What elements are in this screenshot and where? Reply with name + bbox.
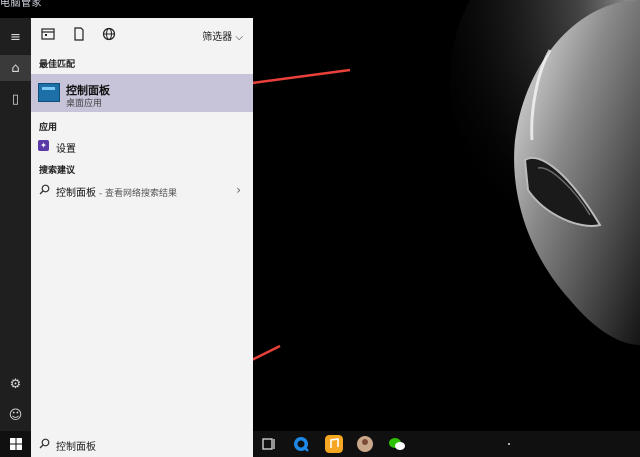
app-item-settings[interactable]: ✦ 设置 (31, 135, 253, 157)
search-results-panel: 筛选器 ⌵ 最佳匹配 控制面板 桌面应用 应用 ✦ 设置 搜索建议 控制面板 -… (31, 18, 253, 431)
taskbar: 控制面板 (0, 431, 640, 457)
settings-icon: ✦ (38, 140, 49, 151)
chevron-right-icon[interactable]: › (236, 183, 241, 197)
web-filter-icon[interactable] (102, 27, 116, 41)
control-panel-icon (38, 83, 60, 102)
search-toolbar: 筛选器 ⌵ (31, 18, 253, 51)
start-rail: ≡ ⌂ ▯ ⚙ ☺ (0, 18, 31, 431)
avatar-app-icon[interactable] (356, 435, 374, 453)
feedback-icon[interactable]: ☺ (0, 402, 31, 428)
notebook-icon[interactable]: ▯ (0, 86, 31, 112)
best-match-item[interactable]: 控制面板 桌面应用 (31, 74, 253, 112)
tray-indicator (508, 443, 510, 445)
suggest-item[interactable]: 控制面板 - 查看网络搜索结果 › (31, 179, 253, 201)
chevron-down-icon: ⌵ (235, 32, 243, 43)
qq-music-icon[interactable] (325, 435, 343, 453)
wechat-icon[interactable] (388, 435, 406, 453)
home-icon[interactable]: ⌂ (0, 55, 31, 81)
browser-icon[interactable] (292, 435, 310, 453)
filter-dropdown[interactable]: 筛选器 ⌵ (202, 28, 243, 43)
filter-label: 筛选器 (202, 32, 233, 43)
search-input[interactable]: 控制面板 (56, 438, 96, 453)
windows-logo-icon (9, 438, 22, 450)
apps-filter-icon[interactable] (41, 27, 55, 41)
suggest-hint: - 查看网络搜索结果 (96, 189, 177, 199)
hamburger-icon[interactable]: ≡ (0, 24, 31, 50)
taskbar-search-box[interactable]: 控制面板 (31, 431, 253, 457)
best-match-subtitle: 桌面应用 (66, 99, 103, 109)
documents-filter-icon[interactable] (72, 27, 86, 41)
suggest-text: 控制面板 - 查看网络搜索结果 (56, 184, 177, 199)
suggest-heading: 搜索建议 (39, 166, 76, 176)
task-view-icon[interactable] (260, 435, 278, 453)
suggest-query: 控制面板 (56, 188, 96, 199)
app-item-label: 设置 (56, 144, 76, 155)
windows-start-button[interactable] (0, 431, 31, 457)
search-icon (39, 438, 50, 449)
best-match-heading: 最佳匹配 (39, 60, 76, 70)
gear-icon[interactable]: ⚙ (0, 371, 31, 397)
search-icon (39, 184, 50, 195)
apps-heading: 应用 (39, 123, 58, 133)
